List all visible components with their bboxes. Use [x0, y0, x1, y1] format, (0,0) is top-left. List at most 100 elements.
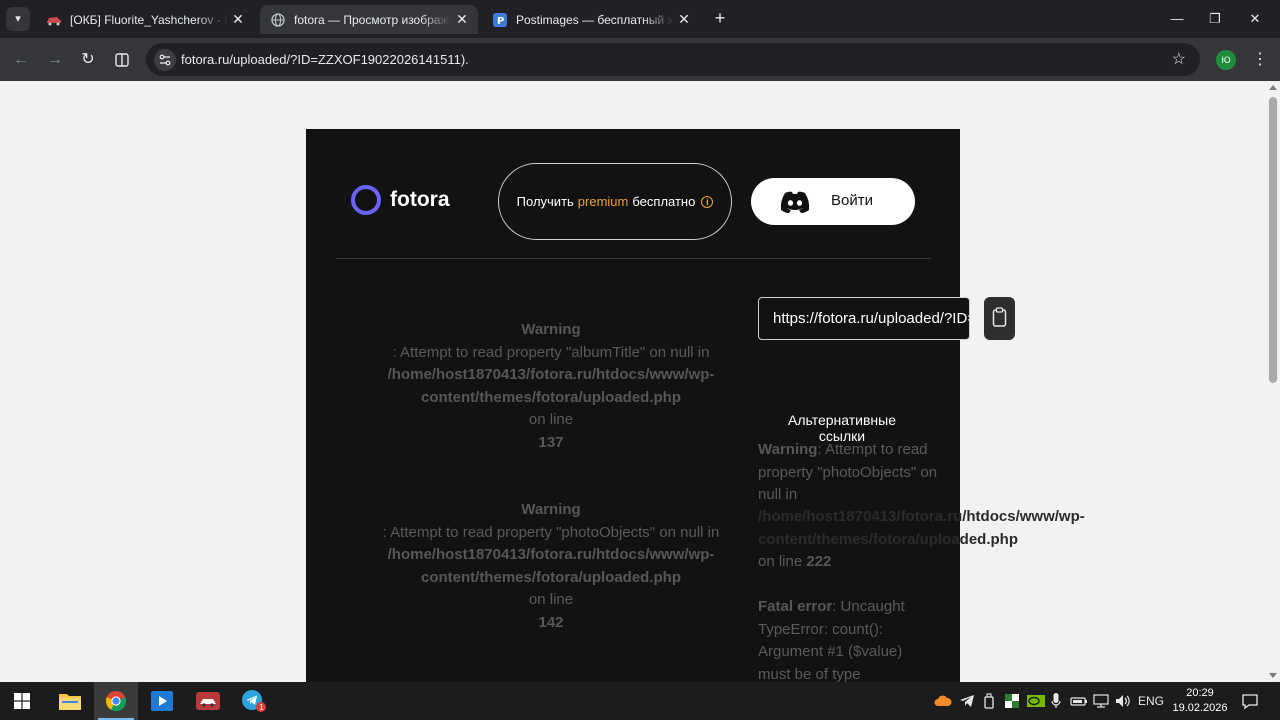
- folder-icon: [59, 694, 81, 710]
- browser-menu-button[interactable]: ⋮: [1250, 48, 1270, 72]
- taskbar-media-app[interactable]: [140, 682, 184, 720]
- back-button[interactable]: ←: [8, 47, 34, 73]
- scroll-up-icon[interactable]: [1269, 85, 1277, 90]
- reload-icon: ↻: [81, 51, 95, 68]
- warning-on-line: on line: [758, 553, 803, 570]
- browser-toolbar: ← → ↻ fotora.ru/uploaded/?ID=ZZXOF190220…: [0, 38, 1280, 81]
- info-icon[interactable]: i: [701, 195, 714, 208]
- clock-time: 20:29: [1186, 687, 1214, 699]
- tray-cloud-icon[interactable]: [932, 682, 954, 720]
- forward-button[interactable]: →: [42, 47, 68, 73]
- close-window-button[interactable]: ✕: [1232, 0, 1278, 38]
- language-indicator[interactable]: ENG: [1134, 682, 1168, 720]
- page-scrollbar[interactable]: [1266, 81, 1280, 682]
- php-warning-photo-objects-2: Warning: Attempt to read property "photo…: [758, 439, 958, 507]
- site-settings-icon[interactable]: [154, 49, 176, 71]
- svg-text:P: P: [497, 16, 504, 27]
- login-label: Войти: [831, 192, 873, 209]
- reload-button[interactable]: ↻: [75, 47, 101, 73]
- php-fatal-error: Fatal error: Uncaught TypeError: count()…: [758, 596, 918, 682]
- warning-title: Warning: [521, 321, 581, 338]
- discord-login-button[interactable]: Войти: [751, 178, 915, 225]
- windows-logo-icon: [14, 693, 30, 709]
- tab-fotora[interactable]: fotora — Просмотр изображе ✕: [260, 5, 478, 34]
- close-icon[interactable]: ✕: [228, 11, 248, 28]
- chrome-icon: [105, 691, 127, 712]
- scroll-thumb[interactable]: [1269, 97, 1277, 383]
- notification-icon: [1242, 693, 1258, 709]
- tab-postimages[interactable]: P Postimages — бесплатный хос ✕: [482, 5, 700, 34]
- address-bar[interactable]: fotora.ru/uploaded/?ID=ZZXOF190220261415…: [146, 43, 1200, 76]
- warning-message: : Attempt to read property "albumTitle" …: [392, 343, 710, 361]
- media-player-icon: [151, 691, 173, 711]
- discord-icon: [780, 191, 810, 213]
- warning-line: 137: [538, 433, 564, 451]
- tray-nvidia-icon[interactable]: [1024, 682, 1048, 720]
- car-app-icon: [196, 692, 220, 710]
- telegram-badge: 1: [259, 703, 264, 712]
- premium-suffix: бесплатно: [632, 194, 696, 209]
- start-button[interactable]: [0, 682, 44, 720]
- tray-power-icon[interactable]: [1068, 682, 1090, 720]
- tray-volume-icon[interactable]: [1112, 682, 1134, 720]
- browser-tab-bar: ▾ [ОКБ] Fluorite_Yashcherov - Ми ✕ fotor…: [0, 0, 1280, 38]
- taskbar-chrome[interactable]: [94, 682, 138, 720]
- warning-on-line: on line: [528, 591, 574, 608]
- windows-taskbar: 1 ENG 20:29 19.02.2026: [0, 682, 1280, 720]
- tray-network-icon[interactable]: [1090, 682, 1112, 720]
- header-divider: [336, 258, 931, 259]
- close-icon[interactable]: ✕: [452, 11, 472, 28]
- fotora-logo[interactable]: fotora: [351, 185, 450, 215]
- postimages-favicon-icon: P: [492, 12, 508, 28]
- php-warning-line-2: on line 222: [758, 551, 958, 574]
- tray-security-icon[interactable]: [1000, 682, 1024, 720]
- warning-path: /home/host1870413/fotora.ru/htdocs/www/w…: [387, 366, 715, 406]
- page-viewport: fotora Получить premium бесплатно i Войт…: [0, 81, 1266, 682]
- copy-url-button[interactable]: [984, 297, 1015, 340]
- tab-title: fotora — Просмотр изображе: [294, 12, 452, 27]
- warning-path: /home/host1870413/fotora.ru/htdocs/www/w…: [387, 546, 715, 586]
- new-tab-button[interactable]: +: [709, 7, 731, 29]
- warning-line: 142: [538, 613, 564, 631]
- tab-okb[interactable]: [ОКБ] Fluorite_Yashcherov - Ми ✕: [36, 5, 254, 34]
- image-url-input[interactable]: https://fotora.ru/uploaded/?ID=ZZXOF1902…: [758, 297, 970, 340]
- php-warning-photo-objects: Warning : Attempt to read property "phot…: [362, 499, 740, 634]
- side-panel-button[interactable]: [109, 47, 135, 73]
- arrow-right-icon: →: [47, 51, 63, 68]
- notifications-button[interactable]: [1238, 682, 1262, 720]
- telegram-icon: 1: [242, 690, 266, 712]
- warning-path: /home/host1870413/fotora.ru/htdocs/www/w…: [758, 508, 1085, 548]
- fatal-title: Fatal error: [758, 598, 833, 615]
- taskbar-clock[interactable]: 20:29 19.02.2026: [1170, 686, 1230, 716]
- taskbar-file-explorer[interactable]: [48, 682, 92, 720]
- tray-microphone-icon[interactable]: [1046, 682, 1066, 720]
- scroll-down-icon[interactable]: [1269, 673, 1277, 678]
- side-panel-icon: [115, 53, 129, 67]
- warning-message: : Attempt to read property "photoObjects…: [382, 523, 720, 541]
- taskbar-telegram[interactable]: 1: [232, 682, 276, 720]
- globe-icon: [270, 12, 286, 28]
- profile-avatar[interactable]: Ю: [1216, 50, 1236, 70]
- close-icon[interactable]: ✕: [674, 11, 694, 28]
- tray-telegram-icon[interactable]: [956, 682, 978, 720]
- tab-title: [ОКБ] Fluorite_Yashcherov - Ми: [70, 12, 228, 27]
- warning-title: Warning: [758, 441, 818, 458]
- php-warning-album-title: Warning : Attempt to read property "albu…: [362, 319, 740, 454]
- arrow-left-icon: ←: [13, 51, 29, 68]
- logo-text: fotora: [390, 188, 450, 211]
- clipboard-icon: [992, 307, 1007, 327]
- premium-prefix: Получить: [516, 194, 574, 209]
- get-premium-button[interactable]: Получить premium бесплатно i: [498, 163, 732, 240]
- taskbar-game-app[interactable]: [186, 682, 230, 720]
- bookmark-star-icon[interactable]: ☆: [1172, 43, 1186, 76]
- fotora-card: fotora Получить premium бесплатно i Войт…: [306, 129, 1085, 682]
- more-vert-icon: ⋮: [1252, 51, 1268, 68]
- premium-accent: premium: [577, 194, 629, 209]
- warning-line: 222: [806, 553, 832, 570]
- tray-usb-icon[interactable]: [978, 682, 1000, 720]
- tab-search-button[interactable]: ▾: [6, 7, 30, 31]
- chevron-down-icon: ▾: [15, 13, 21, 25]
- address-url: fotora.ru/uploaded/?ID=ZZXOF190220261415…: [181, 52, 469, 67]
- logo-ring-icon: [351, 185, 381, 215]
- php-warning-path-2: /home/host1870413/fotora.ru/htdocs/www/w…: [758, 506, 1088, 551]
